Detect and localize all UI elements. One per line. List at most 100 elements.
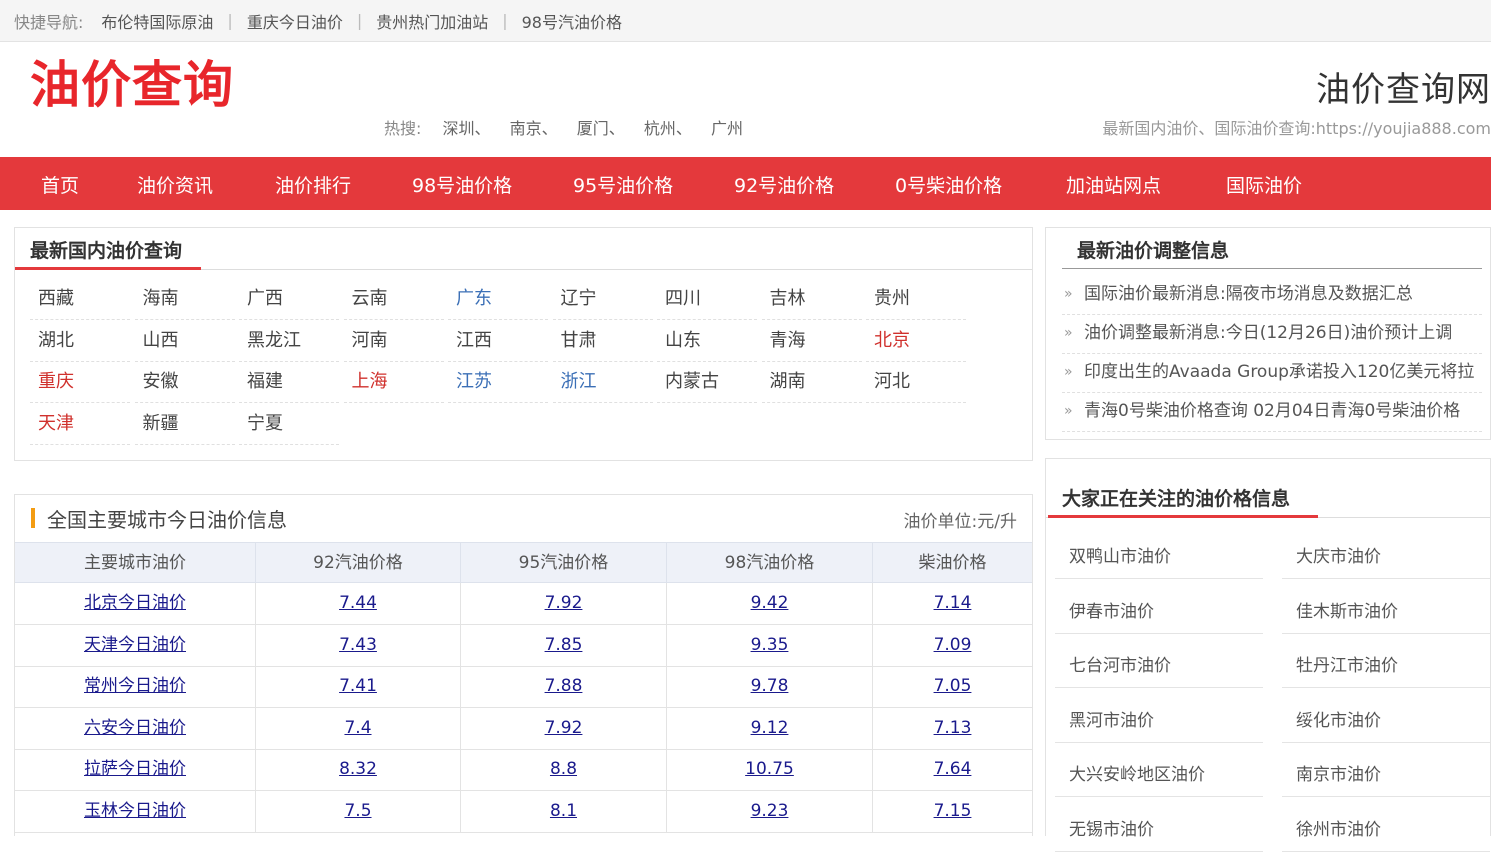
attention-link[interactable]: 绥化市油价 — [1282, 699, 1490, 743]
city-link[interactable]: 拉萨今日油价 — [84, 759, 186, 779]
nav-diesel-price[interactable]: 0号柴油价格 — [895, 171, 1002, 198]
price-98[interactable]: 9.23 — [751, 801, 789, 821]
price-diesel[interactable]: 7.13 — [934, 718, 972, 738]
quick-link-guizhou[interactable]: 贵州热门加油站 — [376, 9, 488, 33]
province-link[interactable]: 江苏 — [448, 363, 548, 403]
province-link[interactable]: 河南 — [343, 322, 444, 362]
attention-link[interactable]: 大庆市油价 — [1282, 535, 1490, 579]
price-95[interactable]: 7.88 — [545, 676, 583, 696]
attention-link[interactable]: 无锡市油价 — [1055, 808, 1263, 852]
price-diesel[interactable]: 7.64 — [934, 759, 972, 779]
city-link[interactable]: 常州今日油价 — [84, 676, 186, 696]
province-link[interactable]: 福建 — [239, 363, 339, 403]
price-92[interactable]: 7.4 — [344, 718, 371, 738]
province-link[interactable]: 上海 — [343, 363, 444, 403]
news-item[interactable]: » 国际油价最新消息:隔夜市场消息及数据汇总 — [1062, 276, 1482, 315]
price-92[interactable]: 7.43 — [339, 635, 377, 655]
province-link[interactable]: 辽宁 — [552, 280, 653, 320]
province-link[interactable]: 广东 — [448, 280, 548, 320]
nav-stations[interactable]: 加油站网点 — [1066, 171, 1161, 198]
hot-search-shenzhen[interactable]: 深圳、 — [443, 119, 491, 138]
price-92[interactable]: 7.44 — [339, 593, 377, 613]
city-link[interactable]: 六安今日油价 — [84, 718, 186, 738]
price-diesel[interactable]: 7.09 — [934, 635, 972, 655]
hot-search-guangzhou[interactable]: 广州 — [711, 119, 743, 138]
quick-link-chongqing[interactable]: 重庆今日油价 — [247, 9, 343, 33]
province-link[interactable]: 新疆 — [134, 405, 235, 445]
attention-link[interactable]: 大兴安岭地区油价 — [1055, 753, 1263, 797]
province-link[interactable]: 山西 — [134, 322, 235, 362]
city-link[interactable]: 玉林今日油价 — [84, 801, 186, 821]
province-link[interactable]: 北京 — [866, 322, 966, 362]
province-link[interactable]: 吉林 — [761, 280, 862, 320]
price-98[interactable]: 9.12 — [751, 718, 789, 738]
city-link[interactable]: 天津今日油价 — [84, 635, 186, 655]
province-link[interactable]: 贵州 — [866, 280, 966, 320]
province-link[interactable]: 江西 — [448, 322, 548, 362]
province-link[interactable]: 湖南 — [761, 363, 862, 403]
province-link[interactable]: 四川 — [657, 280, 757, 320]
attention-link[interactable]: 佳木斯市油价 — [1282, 590, 1490, 634]
nav-92-price[interactable]: 92号油价格 — [734, 171, 834, 198]
nav-95-price[interactable]: 95号油价格 — [573, 171, 673, 198]
news-item[interactable]: » 印度出生的Avaada Group承诺投入120亿美元将拉 — [1062, 354, 1482, 393]
quick-link-brent[interactable]: 布伦特国际原油 — [101, 9, 213, 33]
attention-link[interactable]: 牡丹江市油价 — [1282, 644, 1490, 688]
province-link[interactable]: 西藏 — [30, 280, 130, 320]
province-link[interactable]: 甘肃 — [552, 322, 653, 362]
price-98[interactable]: 10.75 — [745, 759, 794, 779]
price-92[interactable]: 7.41 — [339, 676, 377, 696]
price-92[interactable]: 7.5 — [344, 801, 371, 821]
province-link[interactable]: 浙江 — [552, 363, 653, 403]
price-98[interactable]: 9.35 — [751, 635, 789, 655]
province-link[interactable]: 广西 — [239, 280, 339, 320]
nav-home[interactable]: 首页 — [41, 171, 79, 198]
nav-98-price[interactable]: 98号油价格 — [412, 171, 512, 198]
attention-link[interactable]: 伊春市油价 — [1055, 590, 1263, 634]
double-chevron-icon: » — [1064, 364, 1073, 380]
attention-link[interactable]: 双鸭山市油价 — [1055, 535, 1263, 579]
price-95[interactable]: 7.92 — [545, 718, 583, 738]
nav-ranking[interactable]: 油价排行 — [275, 171, 351, 198]
price-92[interactable]: 8.32 — [339, 759, 377, 779]
nav-news[interactable]: 油价资讯 — [137, 171, 213, 198]
attention-link[interactable]: 南京市油价 — [1282, 753, 1490, 797]
price-95[interactable]: 8.1 — [550, 801, 577, 821]
province-link[interactable]: 安徽 — [134, 363, 235, 403]
province-link[interactable]: 天津 — [30, 405, 130, 445]
news-item-text: 印度出生的Avaada Group承诺投入120亿美元将拉 — [1084, 362, 1475, 382]
province-link[interactable]: 山东 — [657, 322, 757, 362]
province-link[interactable]: 宁夏 — [239, 405, 339, 445]
hot-search-nanjing[interactable]: 南京、 — [510, 119, 558, 138]
price-95[interactable]: 8.8 — [550, 759, 577, 779]
province-link[interactable]: 湖北 — [30, 322, 130, 362]
site-logo[interactable]: 油价查询 — [30, 52, 234, 118]
nav-intl-price[interactable]: 国际油价 — [1226, 171, 1302, 198]
price-95[interactable]: 7.85 — [545, 635, 583, 655]
attention-link[interactable]: 黑河市油价 — [1055, 699, 1263, 743]
hot-search-xiamen[interactable]: 厦门、 — [577, 119, 625, 138]
province-link[interactable]: 河北 — [866, 363, 966, 403]
attention-link[interactable]: 徐州市油价 — [1282, 808, 1490, 852]
attention-link[interactable]: 七台河市油价 — [1055, 644, 1263, 688]
hot-search-hangzhou[interactable]: 杭州、 — [644, 119, 692, 138]
table-cell: 7.64 — [873, 749, 1032, 790]
price-98[interactable]: 9.78 — [751, 676, 789, 696]
city-link[interactable]: 北京今日油价 — [84, 593, 186, 613]
price-95[interactable]: 7.92 — [545, 593, 583, 613]
province-link[interactable]: 重庆 — [30, 363, 130, 403]
province-link[interactable]: 青海 — [761, 322, 862, 362]
table-cell: 7.4 — [256, 707, 461, 749]
price-diesel[interactable]: 7.15 — [934, 801, 972, 821]
province-link[interactable]: 黑龙江 — [239, 322, 339, 362]
province-link[interactable]: 海南 — [134, 280, 235, 320]
news-item-text: 青海0号柴油价格查询 02月04日青海0号柴油价格 — [1084, 401, 1461, 421]
quick-link-98[interactable]: 98号汽油价格 — [522, 9, 622, 33]
price-diesel[interactable]: 7.05 — [934, 676, 972, 696]
news-item[interactable]: » 油价调整最新消息:今日(12月26日)油价预计上调 — [1062, 315, 1482, 354]
province-link[interactable]: 云南 — [343, 280, 444, 320]
price-98[interactable]: 9.42 — [751, 593, 789, 613]
news-item[interactable]: » 青海0号柴油价格查询 02月04日青海0号柴油价格 — [1062, 393, 1482, 432]
price-diesel[interactable]: 7.14 — [934, 593, 972, 613]
province-link[interactable]: 内蒙古 — [657, 363, 757, 403]
